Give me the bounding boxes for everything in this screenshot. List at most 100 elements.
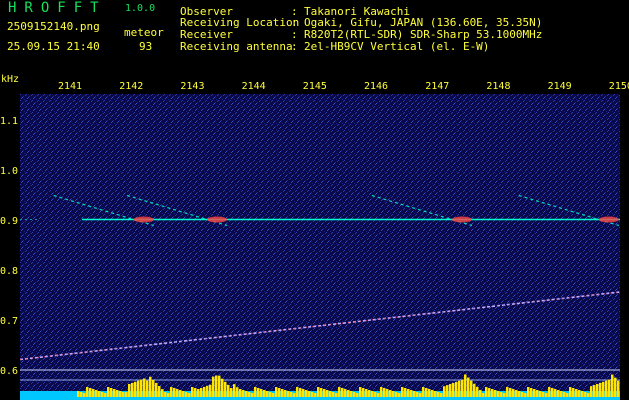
signal-level-bar xyxy=(593,385,596,397)
signal-level-bar xyxy=(158,386,161,397)
capture-filename: 2509152140.png xyxy=(7,20,100,33)
signal-level-bar xyxy=(77,391,80,397)
signal-level-bar xyxy=(581,391,584,397)
field-receiver-sep: : xyxy=(291,28,298,41)
signal-level-bar xyxy=(335,393,338,397)
signal-level-bar xyxy=(497,391,500,397)
signal-level-bar xyxy=(98,391,101,397)
signal-level-bar xyxy=(443,386,446,397)
signal-level-bar xyxy=(107,387,110,397)
signal-level-bar xyxy=(539,391,542,397)
signal-level-bar xyxy=(485,387,488,397)
x-tick-label: 2141 xyxy=(58,81,83,92)
signal-level-bar xyxy=(566,393,569,397)
signal-level-bar xyxy=(185,392,188,397)
signal-level-bar xyxy=(548,387,551,397)
signal-level-bar xyxy=(362,388,365,397)
signal-level-bar xyxy=(455,381,458,397)
signal-level-bar xyxy=(332,392,335,397)
signal-level-bar xyxy=(191,387,194,397)
signal-level-bar xyxy=(584,392,587,397)
signal-level-bar xyxy=(275,387,278,397)
signal-level-bar xyxy=(188,393,191,397)
signal-level-bar xyxy=(254,387,257,397)
signal-level-bar xyxy=(221,378,224,397)
signal-level-bar xyxy=(614,377,617,397)
signal-level-bar xyxy=(290,392,293,397)
field-location-key: Receiving Location xyxy=(180,16,300,29)
field-receiver-key: Receiver xyxy=(180,28,233,41)
info-header: HROFFT 1.0.0 2509152140.png 25.09.15 21:… xyxy=(0,0,629,70)
signal-level-bar xyxy=(161,389,164,397)
signal-level-bar xyxy=(200,387,203,397)
y-tick-label: 1.0 xyxy=(0,166,19,177)
signal-level-bar xyxy=(419,393,422,397)
signal-level-bar xyxy=(530,388,533,397)
field-location-value: Ogaki, Gifu, JAPAN (136.60E, 35.35N) xyxy=(304,16,543,29)
signal-level-bar xyxy=(122,392,125,397)
signal-level-bar xyxy=(371,391,374,397)
signal-level-bar xyxy=(575,389,578,397)
signal-level-bar xyxy=(167,393,170,397)
signal-level-bar xyxy=(170,387,173,397)
signal-level-bar xyxy=(347,390,350,397)
waterfall-spectrogram xyxy=(20,94,620,400)
field-antenna-sep: : xyxy=(291,40,298,53)
signal-level-bar xyxy=(356,393,359,397)
signal-level-bar xyxy=(551,388,554,397)
signal-level-bar xyxy=(224,381,227,397)
signal-level-bar xyxy=(302,389,305,397)
field-location-sep: : xyxy=(291,16,298,29)
signal-level-bar xyxy=(431,390,434,397)
y-tick-label: 0.9 xyxy=(0,216,19,227)
x-tick-label: 2149 xyxy=(547,81,572,92)
signal-level-bar xyxy=(173,388,176,397)
signal-level-bar xyxy=(374,392,377,397)
field-receiver-value: R820T2(RTL-SDR) SDR-Sharp 53.1000MHz xyxy=(304,28,543,41)
signal-level-bar xyxy=(314,393,317,397)
signal-level-bar xyxy=(452,382,455,397)
signal-level-bar xyxy=(257,388,260,397)
signal-level-bar xyxy=(416,392,419,397)
signal-level-bar xyxy=(515,390,518,397)
signal-level-bar xyxy=(206,385,209,397)
signal-level-bar xyxy=(278,388,281,397)
signal-level-bar xyxy=(395,392,398,397)
waterfall-background xyxy=(20,94,620,400)
signal-level-bar xyxy=(344,389,347,397)
x-tick-label: 2147 xyxy=(425,81,450,92)
signal-level-bar xyxy=(131,382,134,397)
signal-level-bar xyxy=(557,390,560,397)
signal-level-bar xyxy=(233,384,236,397)
app-title: HROFFT xyxy=(8,0,107,16)
capture-timestamp: 25.09.15 21:40 xyxy=(7,40,100,53)
signal-level-bar xyxy=(125,392,128,397)
signal-level-bar xyxy=(182,391,185,397)
signal-level-bar xyxy=(464,374,467,397)
signal-level-bar xyxy=(401,387,404,397)
signal-level-bar xyxy=(80,392,83,397)
signal-level-bar xyxy=(389,390,392,397)
signal-level-bar xyxy=(149,376,152,397)
signal-level-bar xyxy=(404,388,407,397)
signal-level-bar xyxy=(143,378,146,397)
field-antenna-value: 2el-HB9CV Vertical (el. E-W) xyxy=(304,40,490,53)
signal-level-bar xyxy=(563,392,566,397)
signal-level-bar xyxy=(251,393,254,397)
signal-level-bar xyxy=(482,393,485,397)
signal-level-bar xyxy=(134,381,137,397)
detection-count: 93 xyxy=(139,40,153,53)
signal-level-bar xyxy=(476,386,479,397)
signal-level-bar xyxy=(128,383,131,397)
signal-level-bar xyxy=(296,387,299,397)
signal-level-bar xyxy=(152,379,155,397)
signal-level-bar xyxy=(536,390,539,397)
signal-level-bar xyxy=(560,391,563,397)
x-tick-label: 2150 xyxy=(608,81,629,92)
signal-level-bar xyxy=(413,391,416,397)
signal-level-bar xyxy=(353,392,356,397)
x-tick-label: 2146 xyxy=(364,81,389,92)
signal-level-bar xyxy=(545,393,548,397)
signal-level-bar xyxy=(194,388,197,397)
signal-level-bar xyxy=(437,392,440,397)
